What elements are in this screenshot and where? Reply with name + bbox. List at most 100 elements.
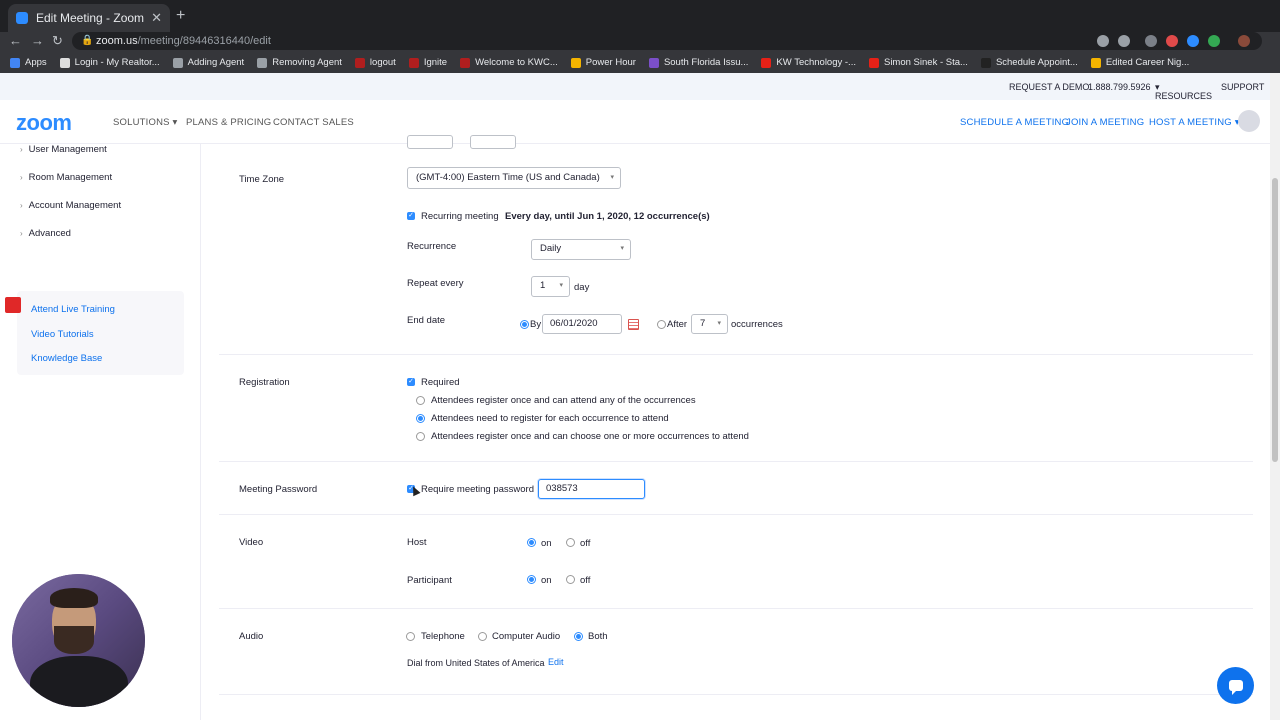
tab-title: Edit Meeting - Zoom — [36, 11, 145, 25]
key-icon[interactable] — [1097, 35, 1109, 47]
scrollbar-thumb[interactable] — [1272, 178, 1278, 462]
bookmark-item[interactable]: Schedule Appoint... — [980, 57, 1078, 68]
solutions-menu[interactable]: SOLUTIONS ▾ — [113, 117, 178, 128]
meeting-password-label: Meeting Password — [239, 484, 318, 495]
resources-menu[interactable]: RESOURCES ▾ — [1155, 82, 1212, 101]
video-participant-label: Participant — [407, 575, 452, 586]
url-path: /meeting/89446316440/edit — [137, 35, 271, 47]
request-demo-link[interactable]: REQUEST A DEMO — [1009, 82, 1089, 92]
repeat-every-select[interactable]: 1 ▾ — [531, 276, 570, 297]
back-icon[interactable]: ← — [9, 33, 22, 48]
bookmark-item[interactable]: Apps — [10, 57, 47, 68]
host-meeting-menu[interactable]: HOST A MEETING ▾ — [1149, 117, 1240, 128]
registration-option-radio[interactable] — [416, 396, 425, 405]
star-icon[interactable] — [1118, 35, 1130, 47]
knowledge-base-link[interactable]: Knowledge Base — [31, 353, 102, 364]
main-nav: zoom SOLUTIONS ▾ PLANS & PRICING CONTACT… — [0, 100, 1270, 144]
timezone-select[interactable]: (GMT-4:00) Eastern Time (US and Canada) … — [407, 167, 621, 189]
bookmark-item[interactable]: KW Technology -... — [761, 57, 856, 68]
bookmark-item[interactable]: Edited Career Nig... — [1090, 57, 1189, 68]
chat-bubble-icon — [1228, 680, 1243, 695]
dial-from-edit-link[interactable]: Edit — [548, 657, 564, 667]
duration-hours-select[interactable] — [407, 135, 453, 149]
registration-option-label: Attendees need to register for each occu… — [431, 413, 669, 424]
bookmark-item[interactable]: Login - My Realtor... — [59, 57, 160, 68]
support-link[interactable]: SUPPORT — [1221, 82, 1264, 92]
recurring-checkbox[interactable]: ✓ — [407, 212, 415, 220]
calendar-icon[interactable] — [628, 319, 639, 330]
video-host-off-radio[interactable] — [566, 538, 575, 547]
profile-avatar[interactable] — [1238, 35, 1250, 47]
audio-telephone-radio[interactable] — [406, 632, 415, 641]
bookmark-item[interactable]: South Florida Issu... — [648, 57, 748, 68]
sidebar-item-account-management[interactable]: › Account Management — [20, 200, 121, 211]
registration-option-label: Attendees register once and can attend a… — [431, 395, 696, 406]
bookmark-item[interactable]: Welcome to KWC... — [460, 57, 558, 68]
registration-required-label: Required — [421, 377, 460, 388]
utility-bar: REQUEST A DEMO 1.888.799.5926 RESOURCES … — [0, 73, 1270, 101]
registration-option-label: Attendees register once and can choose o… — [431, 431, 749, 442]
plans-pricing-link[interactable]: PLANS & PRICING — [186, 117, 271, 128]
forward-icon[interactable]: → — [31, 33, 44, 48]
extension-red-icon[interactable] — [1166, 35, 1178, 47]
contact-sales-link[interactable]: CONTACT SALES — [273, 117, 354, 128]
bookmark-item[interactable]: logout — [354, 57, 396, 68]
video-host-on-label: on — [541, 538, 552, 549]
extension-icon[interactable] — [1145, 35, 1157, 47]
bookmark-favicon-icon — [648, 57, 659, 68]
new-tab-icon[interactable]: + — [176, 7, 185, 25]
audio-telephone-label: Telephone — [421, 631, 465, 642]
video-tutorials-link[interactable]: Video Tutorials — [31, 329, 94, 340]
bookmarks-bar: Apps Login - My Realtor... Adding Agent … — [0, 52, 1280, 73]
youtube-icon — [868, 57, 879, 68]
audio-computer-radio[interactable] — [478, 632, 487, 641]
section-divider — [219, 354, 1253, 355]
sidebar-item-advanced[interactable]: › Advanced — [20, 228, 71, 239]
end-by-radio[interactable] — [520, 320, 529, 329]
chat-support-button[interactable] — [1217, 667, 1254, 704]
address-bar[interactable]: 🔒 zoom.us/meeting/89446316440/edit — [72, 32, 1262, 50]
bookmark-item[interactable]: Simon Sinek - Sta... — [868, 57, 968, 68]
section-divider — [219, 461, 1253, 462]
bookmark-item[interactable]: Adding Agent — [172, 57, 244, 68]
video-participant-off-radio[interactable] — [566, 575, 575, 584]
bookmark-item[interactable]: Power Hour — [570, 57, 636, 68]
phone-number[interactable]: 1.888.799.5926 — [1088, 82, 1151, 92]
recurrence-select[interactable]: Daily ▾ — [531, 239, 631, 260]
apps-icon — [10, 57, 20, 68]
video-participant-on-radio[interactable] — [527, 575, 536, 584]
meeting-password-input[interactable]: 038573 — [538, 479, 645, 499]
join-meeting-link[interactable]: JOIN A MEETING — [1066, 117, 1144, 128]
attend-live-training-link[interactable]: Attend Live Training — [31, 304, 115, 315]
chevron-right-icon: › — [20, 145, 23, 154]
close-tab-icon[interactable]: ✕ — [151, 10, 162, 26]
audio-both-radio[interactable] — [574, 632, 583, 641]
zoom-extension-icon[interactable] — [1187, 35, 1199, 47]
user-avatar[interactable] — [1238, 110, 1260, 132]
sidebar-item-user-management[interactable]: › User Management — [20, 144, 107, 155]
registration-label: Registration — [239, 377, 290, 388]
video-participant-on-label: on — [541, 575, 552, 586]
duration-minutes-select[interactable] — [470, 135, 516, 149]
registration-option-radio[interactable] — [416, 432, 425, 441]
bookmark-item[interactable]: Ignite — [408, 57, 447, 68]
extension-green-icon[interactable] — [1208, 35, 1220, 47]
recording-indicator-icon — [5, 297, 21, 313]
audio-label: Audio — [239, 631, 264, 642]
timezone-label: Time Zone — [239, 174, 285, 185]
end-after-radio[interactable] — [657, 320, 666, 329]
registration-required-checkbox[interactable]: ✓ — [407, 378, 415, 386]
reload-icon[interactable]: ↻ — [52, 33, 63, 49]
end-date-input[interactable]: 06/01/2020 — [542, 314, 622, 334]
zoom-logo[interactable]: zoom — [16, 110, 72, 136]
chevron-down-icon: ▾ — [559, 282, 563, 289]
browser-tab[interactable]: Edit Meeting - Zoom ✕ — [8, 4, 170, 32]
sidebar-item-room-management[interactable]: › Room Management — [20, 172, 112, 183]
bookmark-favicon-icon — [354, 57, 365, 68]
bookmark-item[interactable]: Removing Agent — [257, 57, 342, 68]
video-host-on-radio[interactable] — [527, 538, 536, 547]
registration-option-radio[interactable] — [416, 414, 425, 423]
schedule-meeting-link[interactable]: SCHEDULE A MEETING — [960, 117, 1069, 128]
occurrences-select[interactable]: 7 ▾ — [691, 314, 728, 334]
video-host-off-label: off — [580, 538, 591, 549]
